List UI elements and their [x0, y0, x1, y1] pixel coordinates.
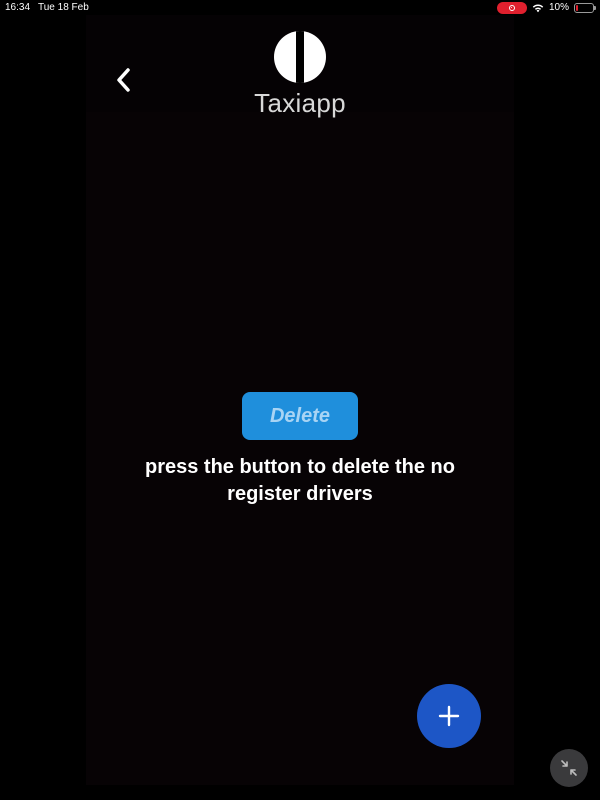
chevron-left-icon	[117, 68, 130, 92]
minimize-button[interactable]	[550, 749, 588, 787]
taxiapp-logo-icon	[273, 30, 327, 84]
delete-button[interactable]: Delete	[242, 392, 358, 440]
app-screen: 16:34 Tue 18 Feb 10% Taxiapp Delete pres…	[0, 0, 600, 800]
battery-percentage: 10%	[548, 2, 569, 13]
app-title: Taxiapp	[254, 88, 346, 118]
add-button[interactable]	[417, 684, 481, 748]
screen-recording-indicator[interactable]	[496, 1, 527, 14]
wifi-icon	[532, 3, 544, 13]
back-button[interactable]	[108, 62, 138, 98]
plus-icon	[438, 705, 460, 727]
status-date: Tue 18 Feb	[38, 2, 89, 13]
record-icon	[508, 4, 515, 11]
status-indicators: 10%	[496, 0, 596, 15]
status-bar: 16:34 Tue 18 Feb 10%	[0, 0, 600, 15]
instruction-text: press the button to delete the no regist…	[144, 456, 455, 505]
battery-icon	[574, 2, 596, 13]
collapse-arrows-icon	[561, 760, 577, 776]
status-time: 16:34	[5, 2, 31, 13]
battery-level	[576, 4, 578, 11]
